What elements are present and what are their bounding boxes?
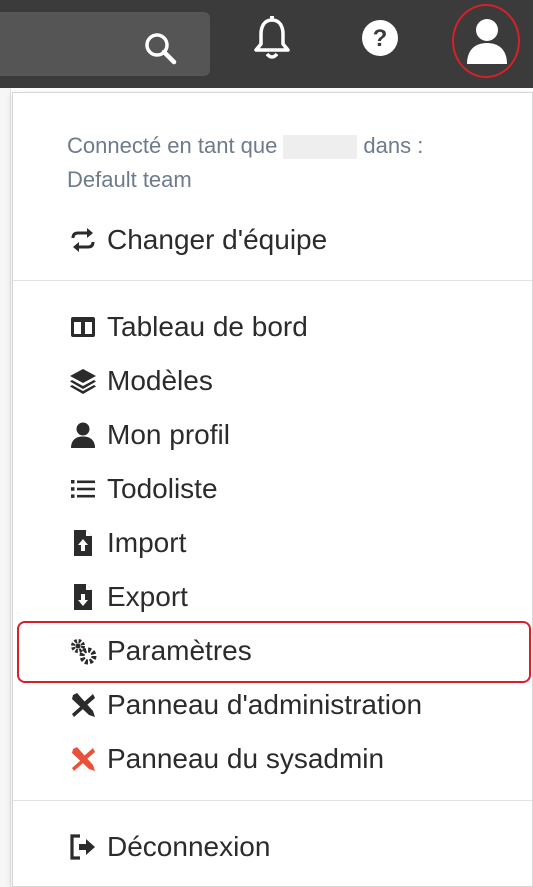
user-icon xyxy=(467,19,507,64)
menu-item-admin-panel[interactable]: Panneau d'administration xyxy=(67,685,422,725)
connected-prefix: Connecté en tant que xyxy=(67,133,278,158)
menu-item-label: Paramètres xyxy=(107,635,252,666)
redacted-username xyxy=(283,135,358,160)
search-icon[interactable] xyxy=(142,30,178,66)
menu-item-label: Tableau de bord xyxy=(107,311,308,342)
user-icon xyxy=(67,419,99,451)
exchange-icon xyxy=(67,224,99,256)
menu-item-label: Mon profil xyxy=(107,419,230,450)
list-icon xyxy=(67,473,99,505)
user-dropdown-menu: Connecté en tant que dans : Default team … xyxy=(12,92,533,887)
menu-item-sysadmin-panel[interactable]: Panneau du sysadmin xyxy=(67,739,384,779)
question-circle-icon[interactable]: ? xyxy=(360,18,400,58)
layers-icon xyxy=(67,365,99,397)
menu-item-todolist[interactable]: Todoliste xyxy=(67,469,218,509)
menu-item-label: Modèles xyxy=(107,365,213,396)
connected-suffix: dans : xyxy=(363,133,424,158)
menu-item-label: Import xyxy=(107,527,187,558)
menu-divider xyxy=(13,800,532,801)
logout-label: Déconnexion xyxy=(107,831,271,862)
menu-item-dashboard[interactable]: Tableau de bord xyxy=(67,307,308,347)
menu-item-label: Export xyxy=(107,581,188,612)
menu-item-templates[interactable]: Modèles xyxy=(67,361,213,401)
logout-item[interactable]: Déconnexion xyxy=(67,827,270,867)
menu-item-import[interactable]: Import xyxy=(67,523,186,563)
switch-team-label: Changer d'équipe xyxy=(107,224,328,255)
switch-team-item[interactable]: Changer d'équipe xyxy=(67,220,327,260)
svg-text:?: ? xyxy=(373,25,388,52)
menu-item-label: Panneau d'administration xyxy=(107,689,423,720)
menu-item-export[interactable]: Export xyxy=(67,577,188,617)
tools-icon xyxy=(67,689,99,721)
file-export-icon xyxy=(67,581,99,613)
team-name: Default team xyxy=(67,167,192,192)
bell-icon[interactable] xyxy=(252,16,292,62)
columns-icon xyxy=(67,311,99,343)
top-navbar: ? xyxy=(0,0,533,88)
menu-item-label: Panneau du sysadmin xyxy=(107,743,385,774)
menu-item-settings[interactable]: Paramètres xyxy=(67,631,252,671)
connected-as-text: Connecté en tant que dans : Default team xyxy=(67,129,517,197)
file-import-icon xyxy=(67,527,99,559)
cogs-icon xyxy=(67,635,99,667)
search-box[interactable] xyxy=(0,12,210,76)
menu-item-label: Todoliste xyxy=(107,473,218,504)
sign-out-icon xyxy=(67,831,99,863)
menu-item-profile[interactable]: Mon profil xyxy=(67,415,230,455)
user-menu-button[interactable] xyxy=(452,4,520,78)
page-background-strip xyxy=(0,88,11,887)
menu-divider xyxy=(13,280,532,281)
tools-red-icon xyxy=(67,743,99,775)
